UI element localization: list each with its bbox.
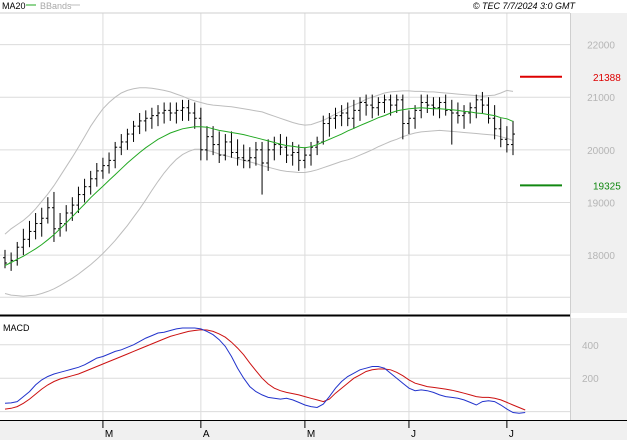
legend-bbands-label: BBands (40, 1, 72, 11)
price-tick-label: 22000 (587, 41, 615, 52)
chart-svg: MA20 BBands © TEC 7/7/2024 3:0 GMT 18000… (0, 0, 627, 440)
price-tick-label: 20000 (587, 146, 615, 157)
x-tick-label: M (307, 429, 315, 440)
macd-panel-title: MACD (3, 323, 30, 333)
x-tick-label: J (509, 429, 514, 440)
x-tick-label: M (105, 429, 113, 440)
chart-background (0, 0, 627, 440)
support-level-label: 19325 (593, 181, 621, 192)
x-tick-label: A (203, 429, 210, 440)
macd-tick-label: 400 (582, 341, 599, 352)
x-tick-label: J (411, 429, 416, 440)
macd-axis-gutter (570, 318, 627, 420)
price-axis-gutter (570, 13, 627, 313)
price-tick-label: 18000 (587, 251, 615, 262)
price-tick-label: 19000 (587, 198, 615, 209)
copyright-label: © TEC 7/7/2024 3:0 GMT (473, 1, 577, 11)
resistance-level-label: 21388 (593, 73, 621, 84)
chart-stage: MA20 BBands © TEC 7/7/2024 3:0 GMT 18000… (0, 0, 627, 440)
macd-tick-label: 200 (582, 374, 599, 385)
legend-ma20-label: MA20 (2, 1, 26, 11)
price-tick-label: 21000 (587, 93, 615, 104)
